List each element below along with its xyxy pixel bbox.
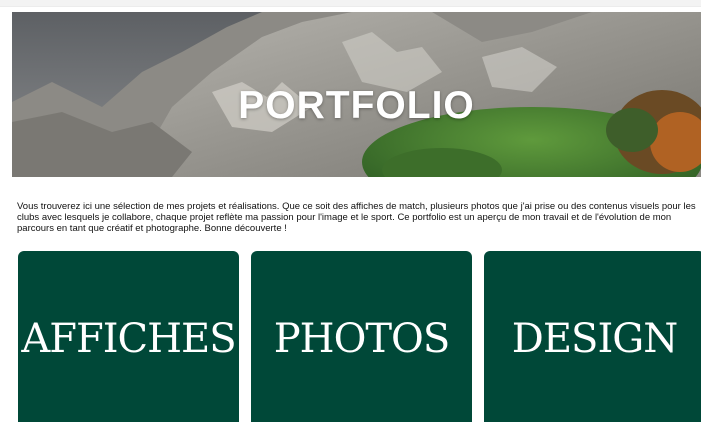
browser-top-strip — [0, 0, 701, 7]
card-photos[interactable]: PHOTOS — [251, 251, 472, 422]
card-label-design: DESIGN — [511, 316, 678, 362]
category-cards: AFFICHES PHOTOS DESIGN — [18, 251, 701, 422]
page-title: PORTFOLIO — [238, 84, 475, 127]
card-label-affiches: AFFICHES — [21, 316, 236, 362]
card-label-photos: PHOTOS — [273, 316, 450, 362]
portfolio-page: PORTFOLIO Vous trouverez ici une sélecti… — [0, 0, 701, 422]
card-design[interactable]: DESIGN — [484, 251, 701, 422]
card-affiches[interactable]: AFFICHES — [18, 251, 239, 422]
hero-banner: PORTFOLIO — [12, 12, 701, 177]
intro-paragraph: Vous trouverez ici une sélection de mes … — [17, 201, 696, 235]
